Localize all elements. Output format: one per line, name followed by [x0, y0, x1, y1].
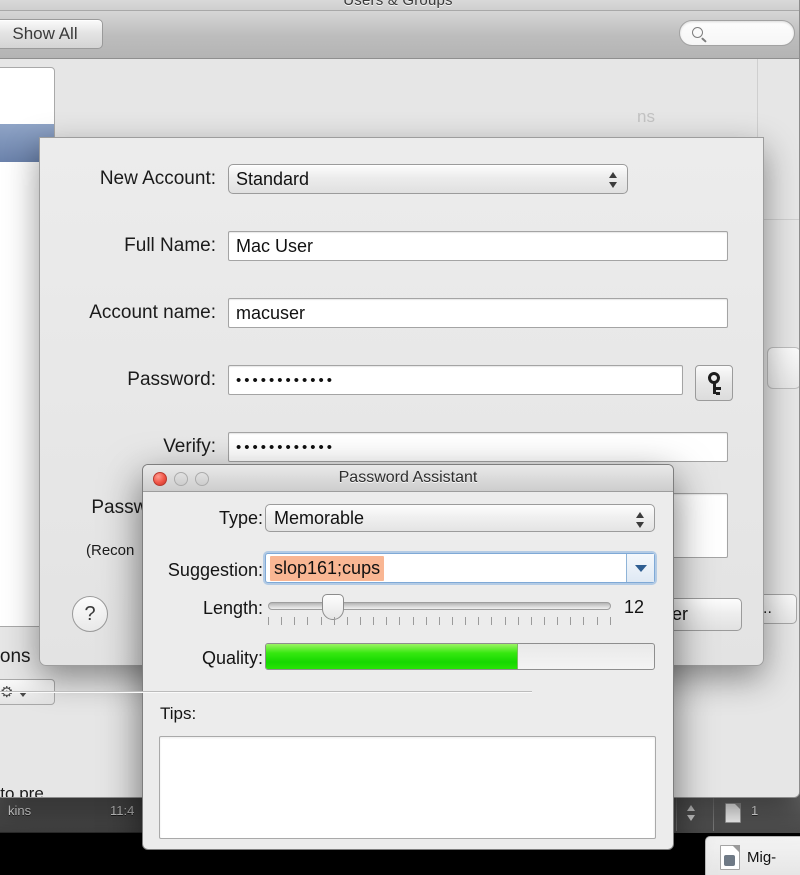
- chevron-updown-icon: [609, 172, 618, 188]
- ghost-misc-label: ns: [637, 107, 655, 126]
- field-full-name: Full Name: Mac User: [38, 231, 728, 261]
- password-input[interactable]: ••••••••••••: [228, 365, 683, 395]
- toolbar: Show All: [0, 11, 799, 59]
- document-icon: [725, 803, 741, 823]
- key-icon: [704, 372, 724, 395]
- verify-value: ••••••••••••: [236, 438, 336, 456]
- file-document-icon: [720, 845, 740, 870]
- menubar-time: 11:4: [110, 803, 135, 818]
- background-file-panel: Mig-: [705, 836, 800, 875]
- password-value: ••••••••••••: [236, 371, 336, 389]
- tips-textarea[interactable]: [159, 736, 656, 839]
- chevron-down-icon[interactable]: [19, 692, 27, 697]
- type-value: Memorable: [274, 507, 365, 528]
- field-password: Password: ••••••••••••: [38, 365, 683, 395]
- full-name-input[interactable]: Mac User: [228, 231, 728, 261]
- field-label: Password:: [127, 369, 216, 390]
- quality-bar-fill: [266, 644, 519, 669]
- menubar-user: kins: [8, 803, 32, 818]
- length-label: Length:: [202, 598, 263, 618]
- field-label: New Account:: [99, 168, 216, 189]
- stepper-icon[interactable]: [687, 805, 696, 821]
- field-account-name: Account name: macuser: [38, 298, 728, 328]
- show-all-button[interactable]: Show All: [0, 19, 103, 49]
- status-doc-count: 1: [751, 803, 759, 818]
- new-account-type-select[interactable]: Standard: [228, 164, 628, 194]
- status-separator-1: [676, 795, 677, 831]
- account-name-value: macuser: [236, 302, 306, 323]
- password-assistant-divider: [0, 691, 532, 692]
- search-icon: [692, 27, 703, 38]
- length-value: 12: [624, 597, 645, 617]
- verify-input[interactable]: ••••••••••••: [228, 432, 728, 462]
- length-slider-ticks: [268, 617, 611, 626]
- password-assistant-titlebar[interactable]: Password Assistant: [143, 465, 673, 492]
- type-label: Type:: [218, 508, 263, 528]
- length-slider-track[interactable]: [268, 602, 611, 610]
- suggestion-label: Suggestion:: [167, 560, 263, 580]
- status-separator-2: [713, 795, 714, 831]
- gear-icon[interactable]: ⚙: [0, 685, 15, 700]
- tips-label: Tips:: [160, 704, 197, 723]
- account-name-input[interactable]: macuser: [228, 298, 728, 328]
- password-assistant-title: Password Assistant: [338, 469, 478, 486]
- new-account-type-value: Standard: [236, 168, 310, 189]
- list-item[interactable]: ser: [0, 98, 54, 121]
- suggestion-input[interactable]: slop161;cups: [265, 553, 655, 583]
- field-label: Account name:: [89, 302, 216, 323]
- quality-bar: [265, 643, 655, 670]
- window-title: Users & Groups: [343, 0, 453, 9]
- field-label: Full Name:: [124, 235, 216, 256]
- suggestion-value: slop161;cups: [270, 555, 385, 581]
- quality-label: Quality:: [201, 648, 263, 668]
- field-label: Verify:: [163, 436, 216, 457]
- chevron-updown-icon: [636, 512, 645, 528]
- file-list-item[interactable]: Mig-: [720, 845, 776, 870]
- password-hint-note: (Recon: [86, 542, 135, 559]
- full-name-value: Mac User: [236, 235, 314, 256]
- users-action-bar: ⚙: [0, 679, 55, 705]
- search-input[interactable]: [679, 20, 795, 46]
- type-select[interactable]: Memorable: [265, 504, 655, 532]
- detail-pane-edge-button[interactable]: [767, 347, 799, 389]
- field-new-account: New Account: Standard: [38, 164, 628, 194]
- window-titlebar: Users & Groups: [0, 0, 799, 11]
- screen-root: kins 11:4 (LF) 1 Mig- Users & Groups Sho…: [0, 0, 800, 875]
- user-name: ser: [0, 101, 50, 118]
- field-verify: Verify: ••••••••••••: [38, 432, 728, 462]
- help-button[interactable]: ?: [72, 596, 108, 632]
- file-label: Mig-: [747, 849, 777, 866]
- password-assistant-key-button[interactable]: [695, 365, 733, 401]
- suggestion-dropdown-button[interactable]: [626, 554, 654, 582]
